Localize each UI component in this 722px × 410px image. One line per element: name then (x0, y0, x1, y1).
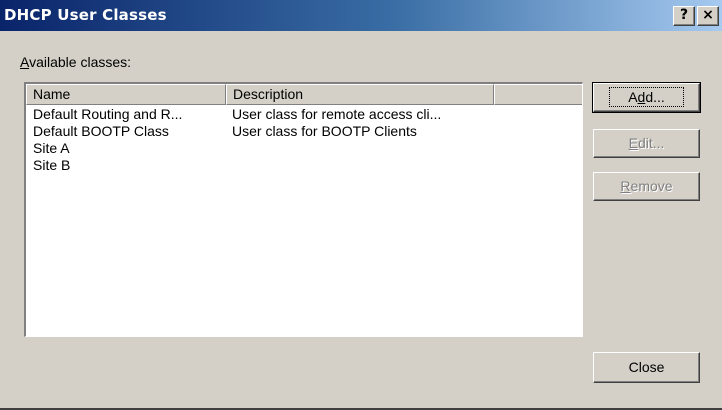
available-classes-label: Available classes: (20, 54, 131, 70)
available-classes-accesskey: A (20, 54, 30, 70)
column-header-empty[interactable] (494, 84, 582, 105)
item-description: User class for BOOTP Clients (232, 123, 417, 139)
item-name: Default BOOTP Class (33, 123, 169, 139)
remove-button[interactable]: Remove (593, 172, 700, 201)
item-name: Site B (33, 157, 71, 173)
available-classes-rest: vailable classes: (29, 54, 132, 70)
edit-button[interactable]: Edit... (593, 129, 700, 158)
item-name: Default Routing and R... (33, 106, 183, 122)
list-item[interactable]: Site A (26, 140, 582, 157)
list-body: Default Routing and R... User class for … (26, 106, 582, 174)
list-item[interactable]: Site B (26, 157, 582, 174)
accesskey-letter: E (628, 135, 638, 151)
close-button[interactable]: Close (593, 352, 700, 383)
list-header: Name Description (26, 84, 582, 106)
dhcp-user-classes-dialog: DHCP User Classes ? × Available classes:… (0, 0, 722, 410)
item-name: Site A (33, 140, 70, 156)
help-button[interactable]: ? (673, 6, 695, 26)
item-description: User class for remote access cli... (232, 106, 442, 122)
window-close-button[interactable]: × (697, 6, 719, 26)
add-button[interactable]: Add... (592, 82, 701, 113)
close-icon: × (702, 7, 714, 23)
help-icon: ? (679, 7, 689, 23)
remove-button-label: Remove (620, 178, 673, 194)
accesskey-letter: R (620, 178, 631, 194)
window-title: DHCP User Classes (4, 6, 167, 24)
accesskey-letter: d (637, 89, 646, 105)
edit-button-label: Edit... (628, 135, 665, 151)
list-item[interactable]: Default Routing and R... User class for … (26, 106, 582, 123)
column-header-name[interactable]: Name (26, 84, 226, 105)
list-item[interactable]: Default BOOTP Class User class for BOOTP… (26, 123, 582, 140)
add-button-label: Add... (609, 87, 684, 107)
column-header-description[interactable]: Description (226, 84, 494, 105)
classes-list[interactable]: Name Description Default Routing and R..… (24, 82, 583, 337)
title-bar[interactable]: DHCP User Classes ? × (0, 0, 722, 31)
